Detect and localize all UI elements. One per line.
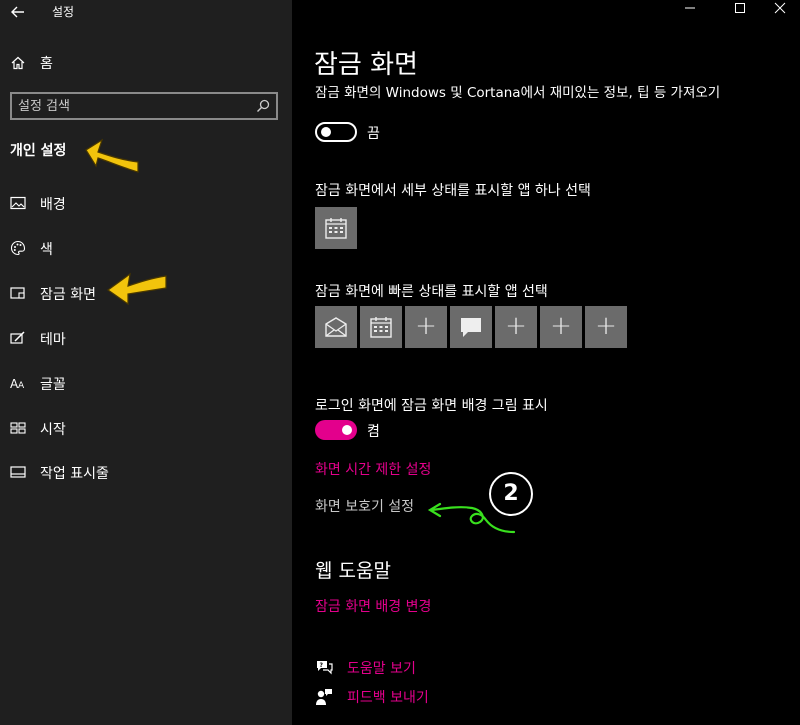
signin-background-label: 로그인 화면에 잠금 화면 배경 그림 표시 [315,398,548,414]
quick-status-tile-add[interactable]: + [540,306,582,348]
search-input[interactable] [18,96,248,116]
send-feedback-label: 피드백 보내기 [347,690,429,706]
sidebar-item-home[interactable]: 홈 [0,50,292,76]
minimize-icon [685,7,695,9]
green-arrow-annotation [427,502,516,534]
close-icon [774,2,786,14]
yellow-arrow-annotation [85,138,139,173]
web-help-heading: 웹 도움말 [315,560,391,582]
search-box[interactable] [10,92,278,120]
detailed-status-label: 잠금 화면에서 세부 상태를 표시할 앱 하나 선택 [315,183,591,199]
minimize-button[interactable] [670,0,710,24]
feedback-icon [316,689,332,705]
start-icon [10,422,26,434]
add-icon: + [415,311,437,341]
quick-status-tile-add[interactable]: + [495,306,537,348]
add-icon: + [505,311,527,341]
sidebar-item-theme[interactable]: 테마 [0,323,292,353]
home-icon [11,56,25,70]
sidebar-item-label: 색 [40,242,53,258]
svg-text:A: A [18,381,25,390]
get-help-label: 도움말 보기 [347,661,416,677]
calendar-icon [370,317,392,338]
tips-setting-label: 잠금 화면의 Windows 및 Cortana에서 재미있는 정보, 팁 등 … [315,85,721,101]
help-chat-icon: ? [317,661,333,675]
screen-saver-link[interactable]: 화면 보호기 설정 [315,496,414,516]
font-icon: A A [10,377,25,390]
detailed-status-app-tile[interactable] [315,207,357,249]
sidebar-item-label: 잠금 화면 [40,287,96,303]
app-title: 설정 [52,5,75,19]
quick-status-tile-add[interactable]: + [585,306,627,348]
add-icon: + [550,311,572,341]
quick-status-label: 잠금 화면에 빠른 상태를 표시할 앱 선택 [315,284,548,300]
maximize-icon [735,3,745,13]
back-arrow-icon [11,6,24,18]
message-icon [461,318,481,337]
sidebar-item-background[interactable]: 배경 [0,188,292,218]
titlebar-left: 설정 [0,0,292,24]
mail-icon [325,317,347,337]
sidebar-item-label: 작업 표시줄 [40,466,109,482]
sidebar-item-taskbar[interactable]: 작업 표시줄 [0,457,292,487]
calendar-icon [325,218,347,239]
screen-timeout-link[interactable]: 화면 시간 제한 설정 [315,459,431,479]
section-heading: 개인 설정 [10,143,67,159]
main-panel: 잠금 화면 잠금 화면의 Windows 및 Cortana에서 재미있는 정보… [292,0,800,725]
sidebar-item-label: 글꼴 [40,377,66,393]
toggle-knob [342,425,352,435]
sidebar-item-color[interactable]: 색 [0,233,292,263]
quick-status-tile-message[interactable] [450,306,492,348]
quick-status-tile-mail[interactable] [315,306,357,348]
sidebar-item-label: 시작 [40,422,66,438]
quick-status-tile-add[interactable]: + [405,306,447,348]
palette-icon [10,240,26,256]
sidebar-item-label: 홈 [40,56,53,72]
theme-icon [10,331,25,344]
picture-icon [10,196,26,210]
add-icon: + [595,311,617,341]
sidebar-item-label: 배경 [40,197,66,213]
taskbar-icon [10,466,26,478]
svg-text:?: ? [320,662,324,669]
sidebar-item-label: 테마 [40,332,66,348]
web-help-link[interactable]: 잠금 화면 배경 변경 [315,596,431,616]
back-button[interactable] [8,2,28,22]
tips-toggle[interactable] [315,122,357,142]
yellow-arrow-annotation [106,272,167,306]
toggle-knob [321,127,331,137]
signin-toggle-state: 켬 [367,424,380,440]
sidebar-item-fonts[interactable]: A A 글꼴 [0,368,292,398]
search-icon[interactable] [256,99,270,113]
signin-background-toggle[interactable] [315,420,357,440]
sidebar-item-start[interactable]: 시작 [0,413,292,443]
page-title: 잠금 화면 [314,50,418,80]
maximize-button[interactable] [720,0,760,24]
lock-screen-icon [10,287,25,299]
sidebar: 설정 홈 개인 설정 배경 색 잠금 화면 [0,0,292,725]
tips-toggle-state: 끔 [367,126,380,142]
close-button[interactable] [760,0,800,24]
quick-status-tile-calendar[interactable] [360,306,402,348]
